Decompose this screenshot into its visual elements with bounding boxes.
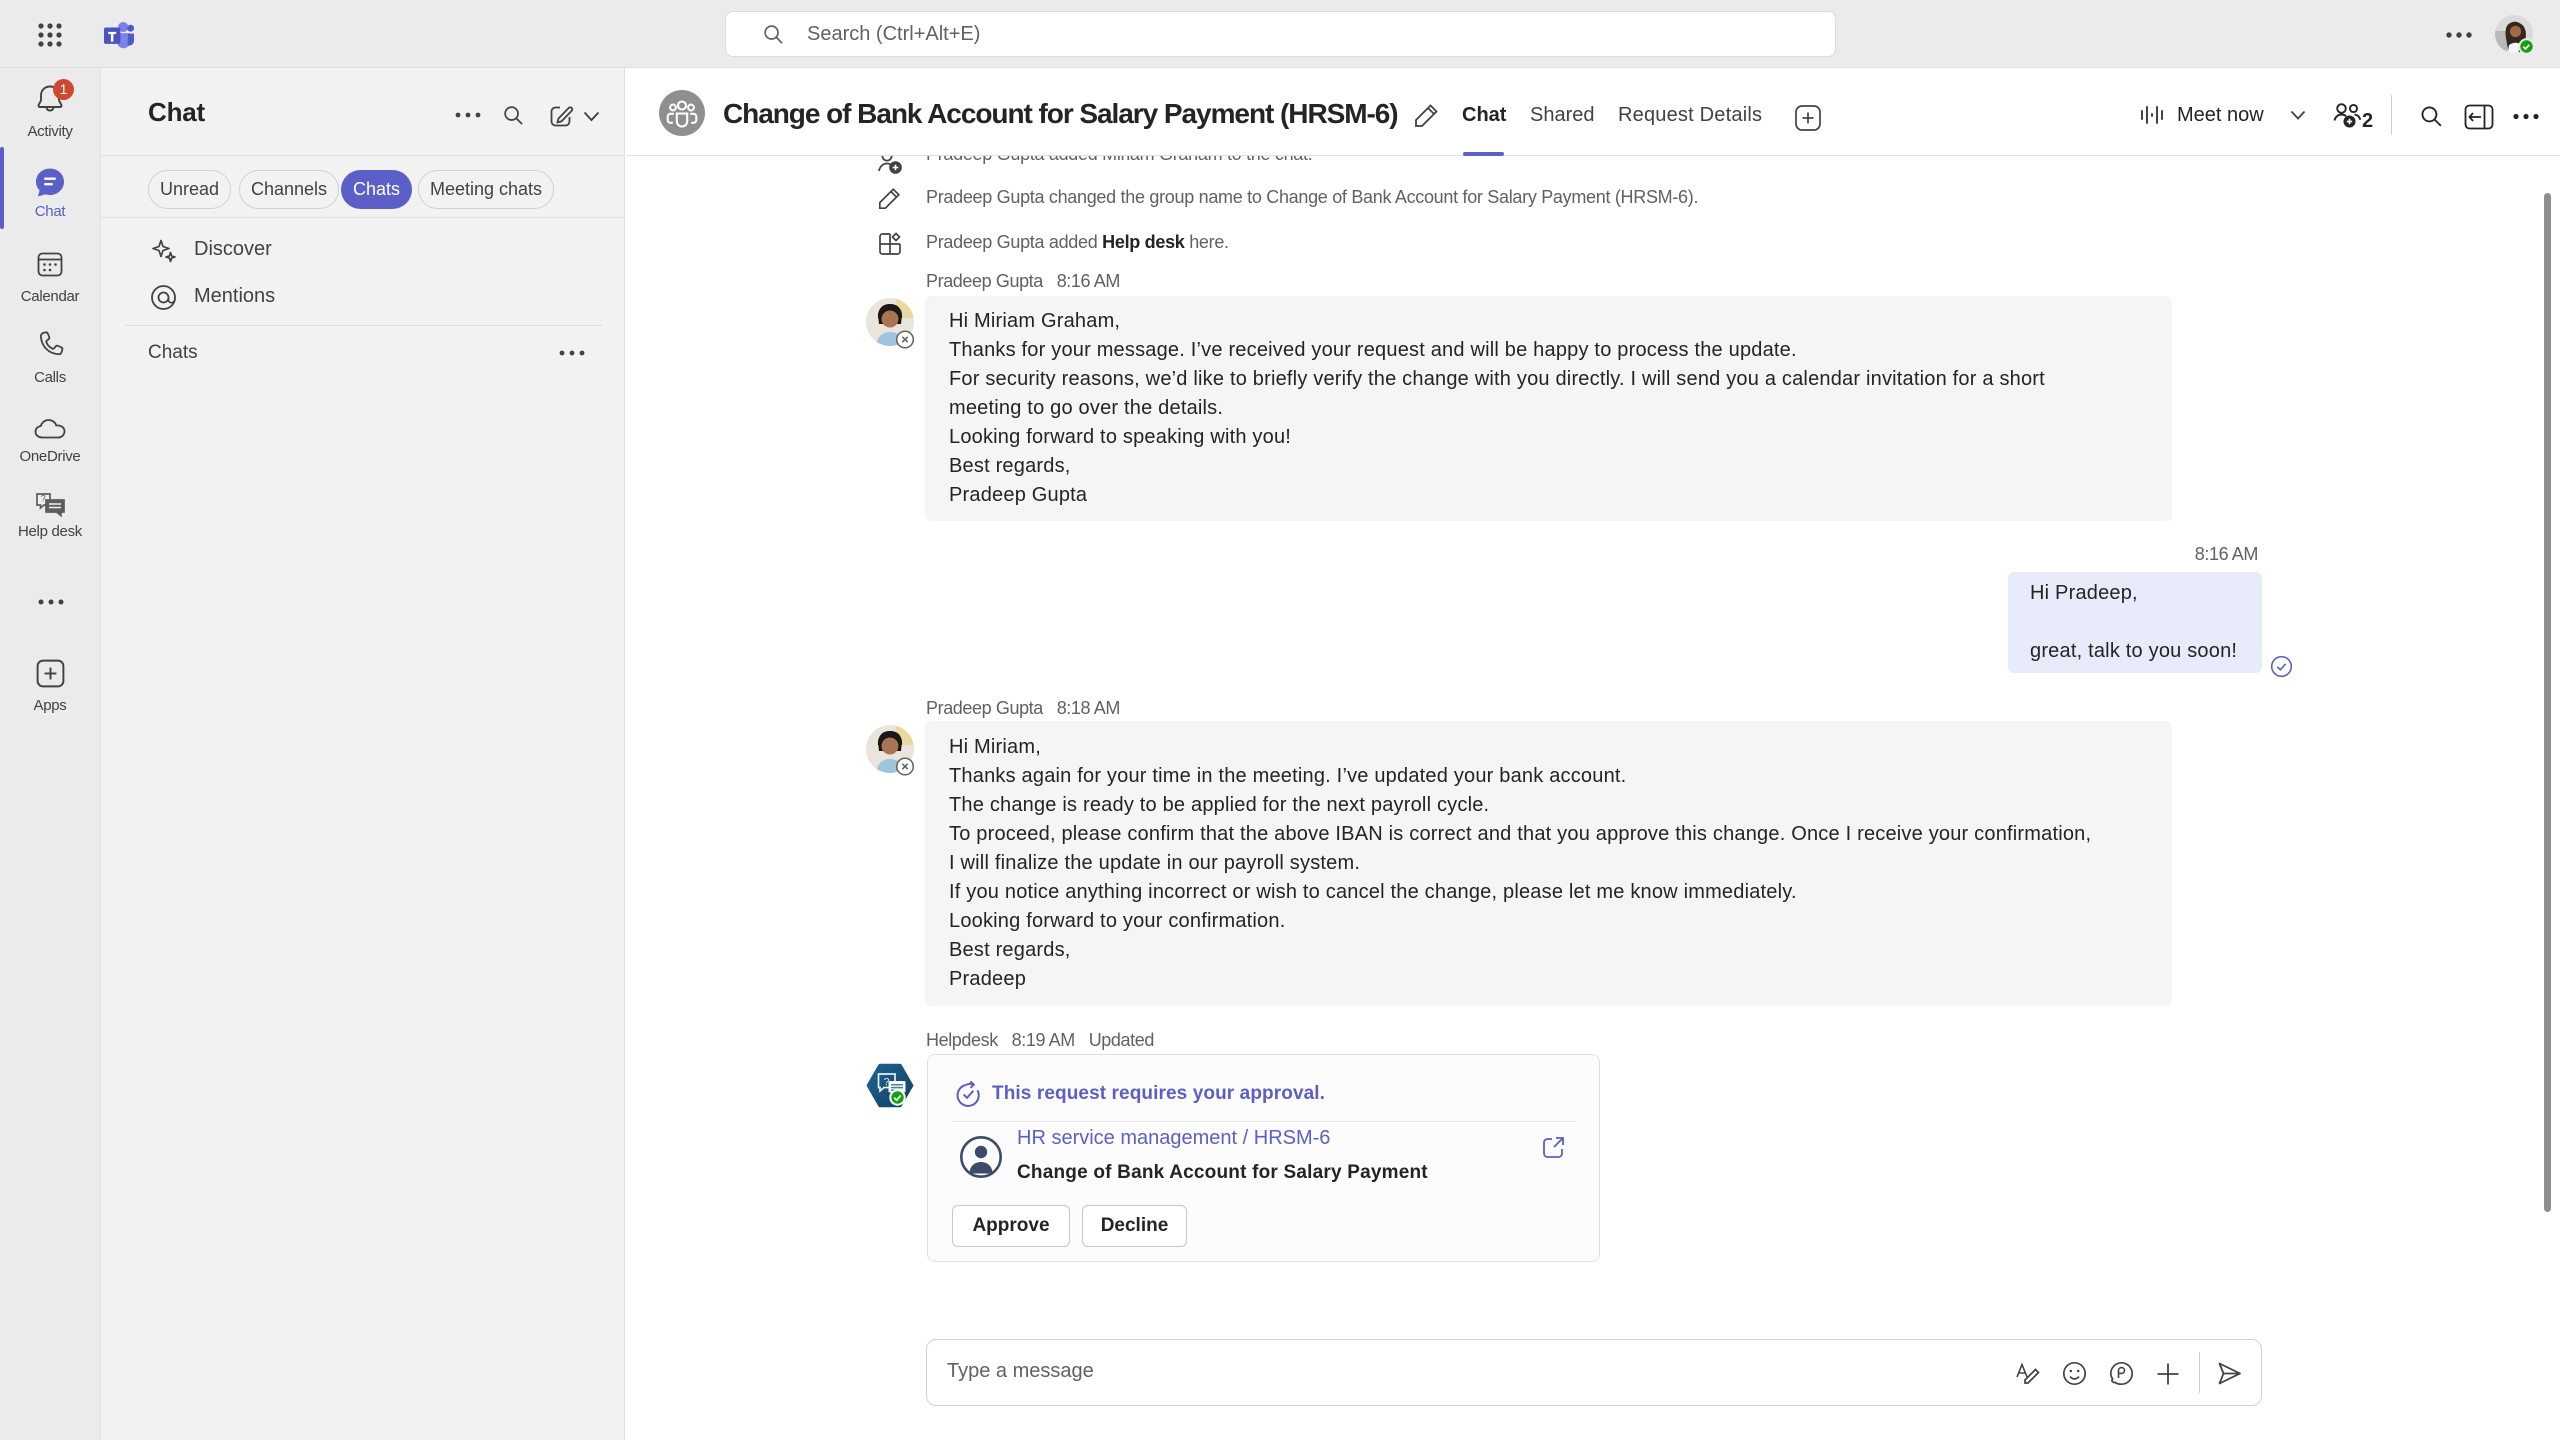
svg-text:2: 2: [2362, 110, 2373, 131]
svg-text:?: ?: [41, 494, 46, 504]
